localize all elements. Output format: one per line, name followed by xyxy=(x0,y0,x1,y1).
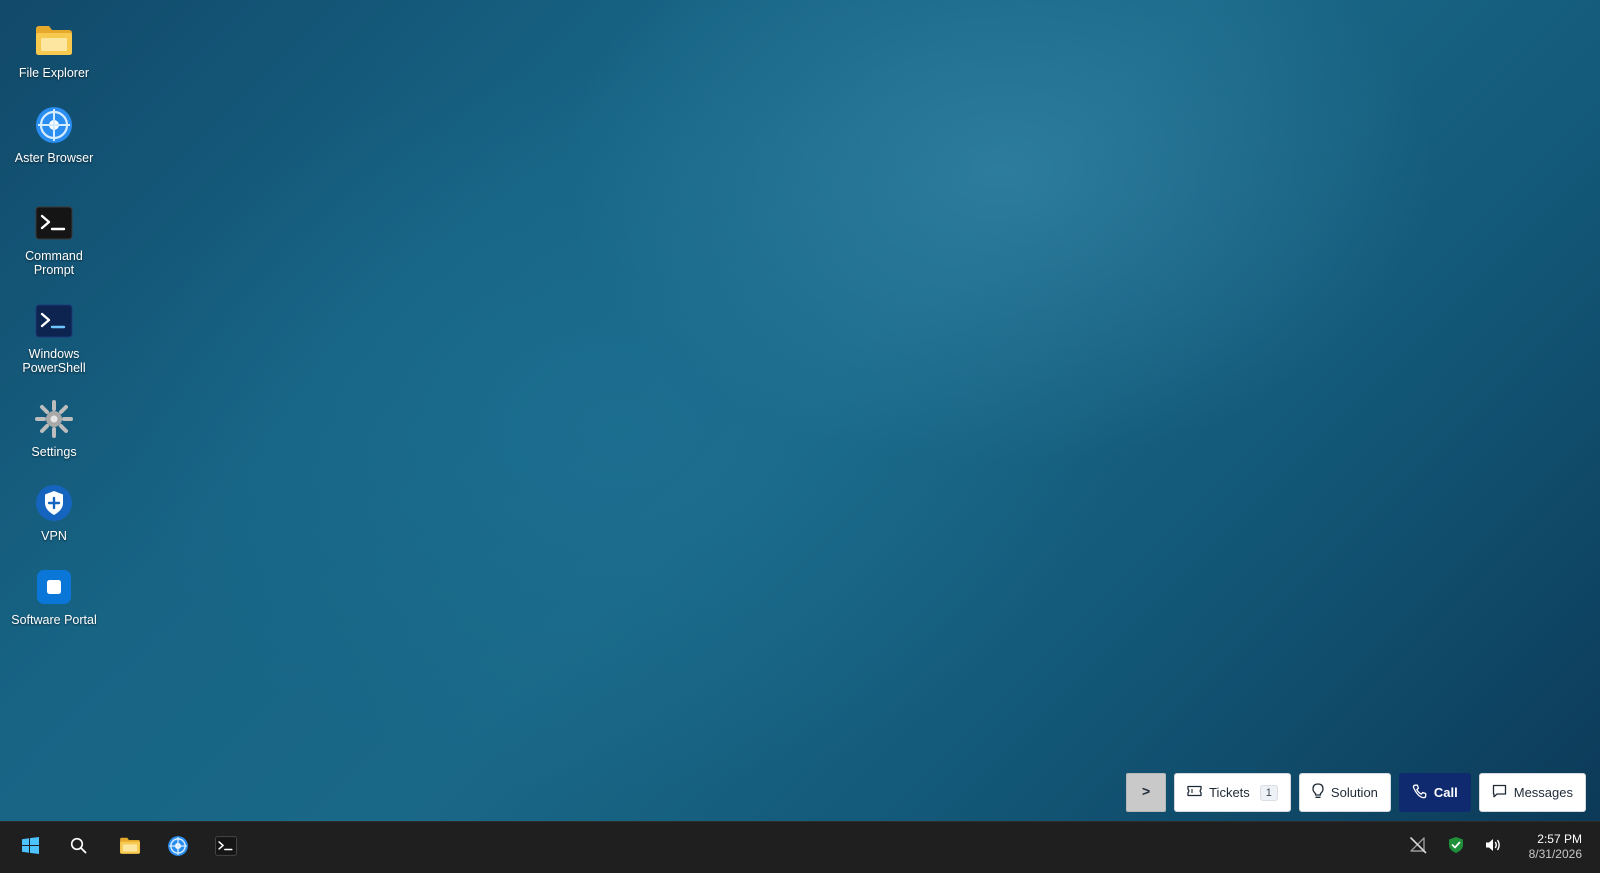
desktop-icon-command-prompt[interactable]: Command Prompt xyxy=(6,195,102,293)
desktop-icon-label: Command Prompt xyxy=(25,249,83,277)
desktop-icons: File Explorer Aster Browser Command Prom… xyxy=(6,12,102,657)
desktop: File Explorer Aster Browser Command Prom… xyxy=(0,0,1600,821)
call-button[interactable]: Call xyxy=(1398,773,1471,812)
desktop-icon-label: Aster Browser xyxy=(14,151,94,165)
call-label: Call xyxy=(1433,785,1458,800)
desktop-icon-settings[interactable]: Settings xyxy=(6,391,102,475)
start-button[interactable] xyxy=(12,830,48,866)
windows-logo-icon xyxy=(21,837,39,859)
tickets-count-badge: 1 xyxy=(1259,784,1278,801)
lightbulb-icon xyxy=(1312,783,1324,802)
taskbar-file-explorer[interactable] xyxy=(112,830,148,866)
phone-icon xyxy=(1412,784,1427,802)
desktop-icon-label: VPN xyxy=(41,529,67,543)
messages-label: Messages xyxy=(1513,785,1573,800)
browser-icon xyxy=(32,103,76,147)
volume-icon xyxy=(1484,837,1502,858)
desktop-icon-windows-powershell[interactable]: Windows PowerShell xyxy=(6,293,102,391)
terminal-icon xyxy=(215,835,237,861)
network-status[interactable] xyxy=(1406,835,1430,859)
gear-icon xyxy=(32,397,76,441)
taskbar-command-prompt[interactable] xyxy=(208,830,244,866)
taskbar-clock[interactable]: 2:57 PM 8/31/2026 xyxy=(1529,832,1582,862)
support-toolbar: > Tickets 1 Solution Call Messages xyxy=(1126,773,1586,812)
chat-bubble-icon xyxy=(1492,784,1507,801)
messages-button[interactable]: Messages xyxy=(1478,773,1586,812)
solution-label: Solution xyxy=(1330,785,1378,800)
desktop-icon-label: Software Portal xyxy=(11,613,97,627)
search-button[interactable] xyxy=(60,830,96,866)
browser-icon xyxy=(167,835,189,862)
volume-control[interactable] xyxy=(1481,835,1505,859)
search-icon xyxy=(70,837,87,859)
desktop-icon-aster-browser[interactable]: Aster Browser xyxy=(6,97,102,195)
solution-button[interactable]: Solution xyxy=(1298,773,1391,812)
desktop-icon-label: File Explorer xyxy=(18,66,90,80)
terminal-icon xyxy=(32,201,76,245)
network-disconnected-icon xyxy=(1409,836,1427,859)
desktop-icon-vpn[interactable]: VPN xyxy=(6,475,102,559)
desktop-icon-software-portal[interactable]: Software Portal xyxy=(6,559,102,657)
ticket-icon xyxy=(1187,785,1202,800)
folder-icon xyxy=(119,836,141,860)
folder-icon xyxy=(32,18,76,62)
clock-date: 8/31/2026 xyxy=(1528,847,1582,861)
taskbar-aster-browser[interactable] xyxy=(160,830,196,866)
desktop-icon-label: Settings xyxy=(31,445,77,459)
clock-time: 2:57 PM xyxy=(1537,832,1582,846)
security-shield-icon xyxy=(1448,836,1464,859)
portal-icon xyxy=(32,565,76,609)
tickets-label: Tickets xyxy=(1209,785,1250,800)
desktop-icon-file-explorer[interactable]: File Explorer xyxy=(6,12,102,97)
powershell-icon xyxy=(32,299,76,343)
tickets-button[interactable]: Tickets 1 xyxy=(1174,773,1291,812)
desktop-icon-label: Windows PowerShell xyxy=(22,347,86,375)
shield-icon xyxy=(32,481,76,525)
security-status[interactable] xyxy=(1444,835,1468,859)
support-toolbar-collapse-button[interactable]: > xyxy=(1126,773,1167,812)
taskbar: 2:57 PM 8/31/2026 xyxy=(0,821,1600,873)
